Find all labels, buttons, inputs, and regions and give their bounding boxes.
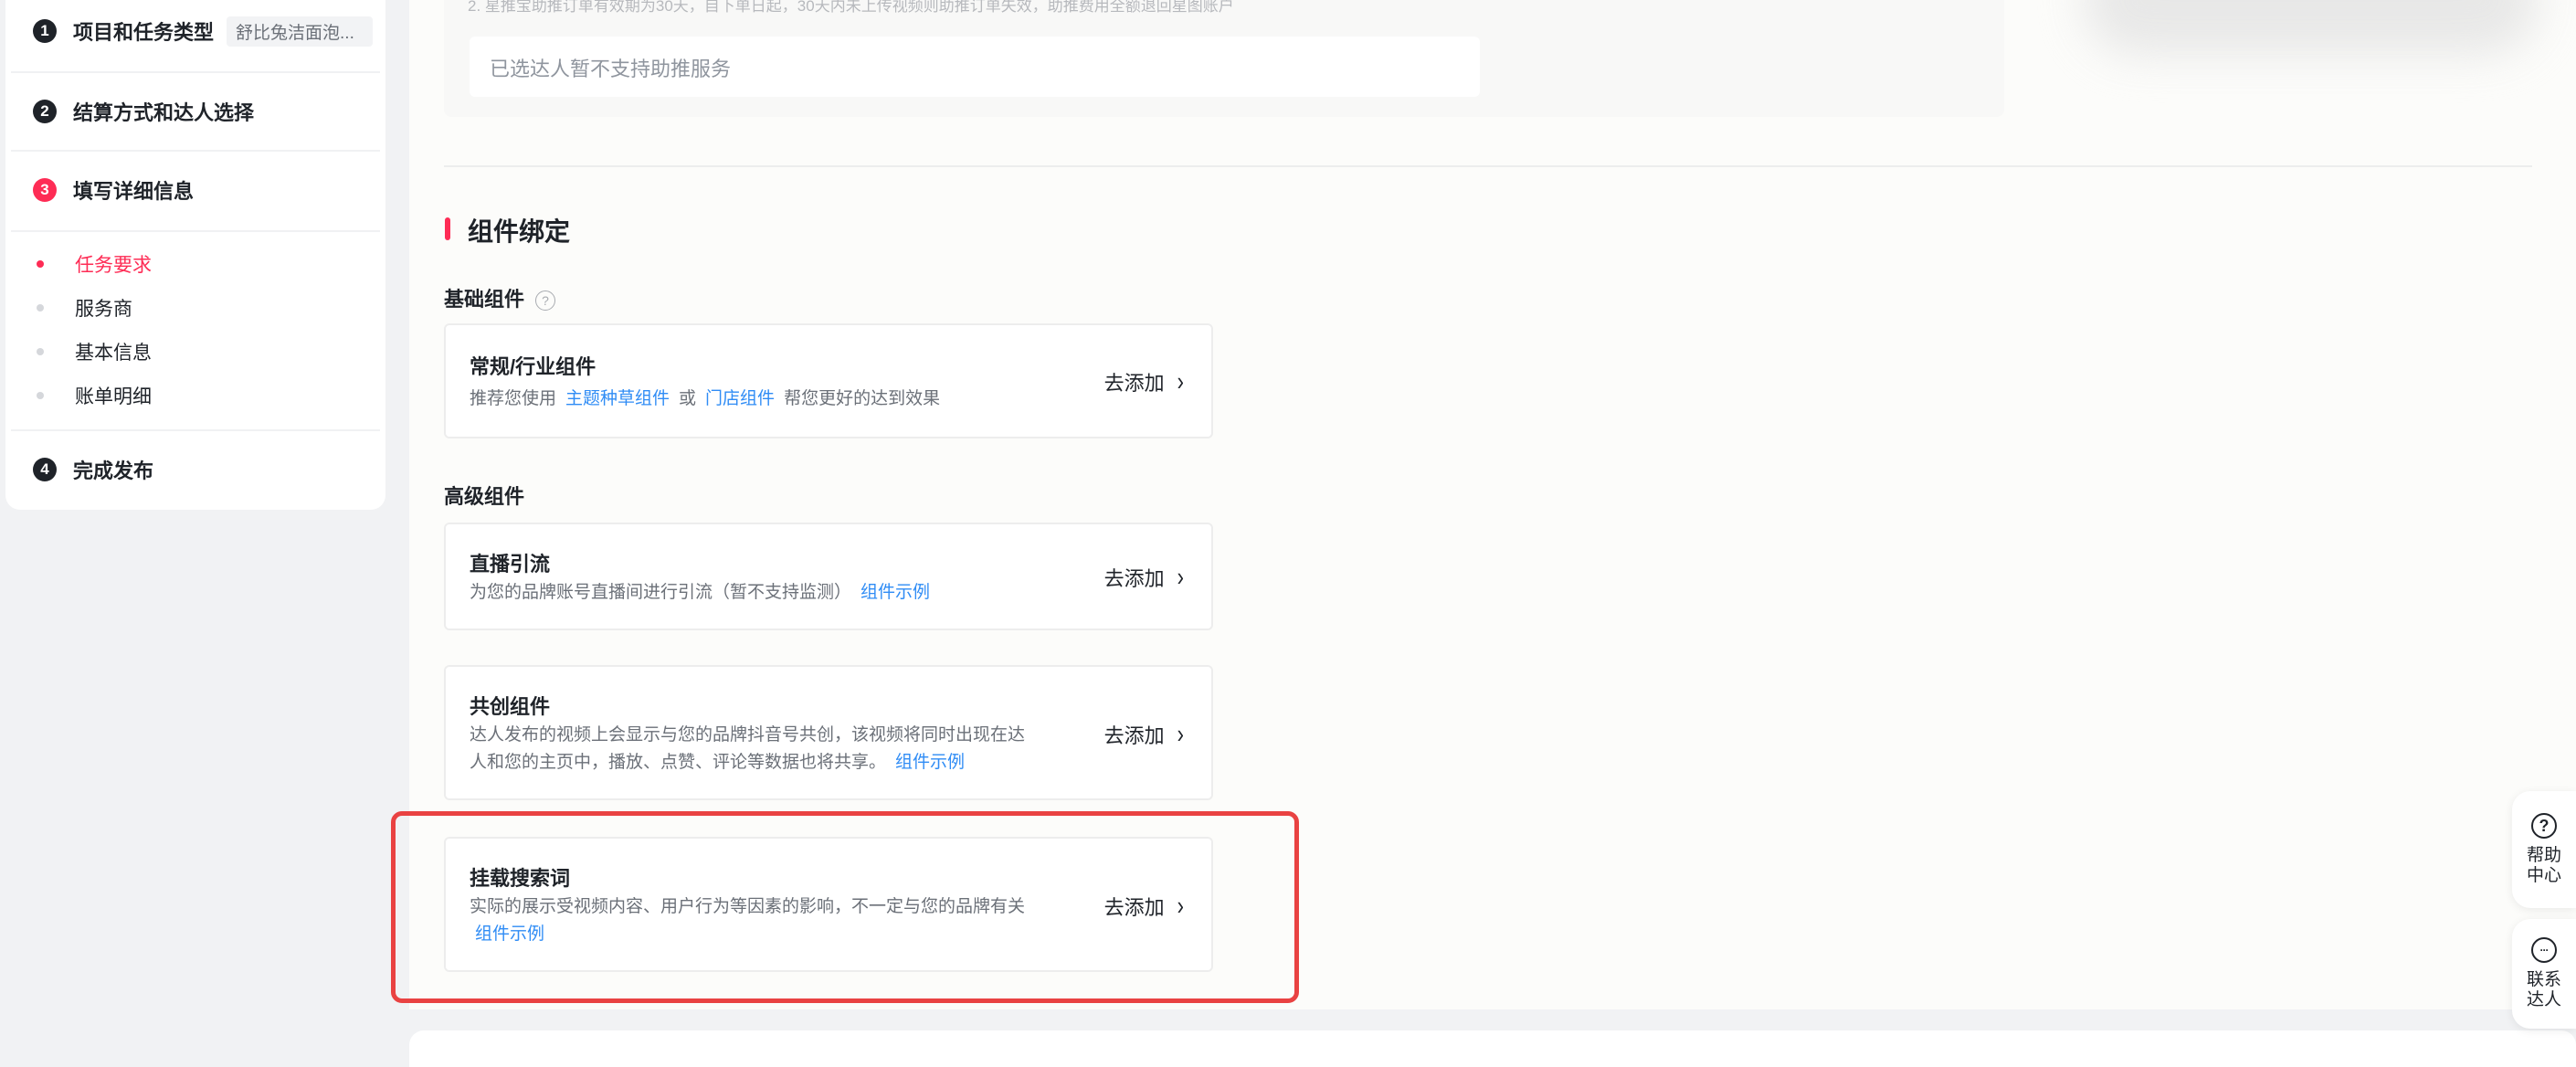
section-title: 组件绑定 — [468, 217, 571, 246]
boost-note: 2. 星推宝助推订单有效期为30天，自下单日起，30天内未上传视频则助推订单失效… — [468, 0, 1234, 15]
desc-text: 帮您更好的达到效果 — [784, 389, 941, 408]
card-title: 直播引流 — [470, 553, 551, 576]
substep-label: 服务商 — [75, 299, 132, 320]
chat-icon: ··· — [2531, 937, 2557, 963]
divider — [11, 150, 380, 152]
step-number-4: 4 — [33, 458, 57, 481]
add-label: 去添加 — [1103, 567, 1165, 590]
step-number-2: 2 — [33, 100, 57, 123]
dot — [37, 392, 44, 399]
component-card-general[interactable]: 常规/行业组件 推荐您使用 主题种草组件或门店组件 帮您更好的达到效果 去添加 › — [444, 323, 1213, 438]
active-dot — [37, 260, 44, 268]
substep-label: 账单明细 — [75, 386, 152, 407]
substep-basic-info[interactable]: 基本信息 — [37, 336, 152, 367]
substep-label: 任务要求 — [75, 255, 152, 276]
add-label: 去添加 — [1103, 372, 1165, 395]
component-card-live[interactable]: 直播引流 为您的品牌账号直播间进行引流（暂不支持监测） 组件示例 去添加 › — [444, 523, 1213, 630]
step-label: 结算方式和达人选择 — [73, 101, 255, 124]
boost-disabled-text: 已选达人暂不支持助推服务 — [490, 58, 732, 80]
step-details[interactable]: 3 填写详细信息 — [33, 172, 194, 208]
help-icon[interactable]: ? — [535, 291, 556, 312]
step-sidebar: 1 项目和任务类型 舒比兔洁面泡... 2 结算方式和达人选择 3 填写详细信息… — [5, 0, 385, 510]
step-number-3: 3 — [33, 178, 57, 202]
product-tag: 舒比兔洁面泡... — [227, 16, 374, 47]
chevron-right-icon: › — [1177, 719, 1184, 749]
card-title: 共创组件 — [470, 695, 551, 718]
add-button[interactable]: 去添加 › — [1103, 719, 1184, 749]
substep-task-requirements[interactable]: 任务要求 — [37, 248, 152, 280]
step-settlement[interactable]: 2 结算方式和达人选择 — [33, 93, 254, 130]
dot — [37, 348, 44, 355]
dot — [37, 304, 44, 312]
card-desc: 达人发布的视频上会显示与您的品牌抖音号共创，该视频将同时出现在达人和您的主页中，… — [470, 722, 1036, 776]
example-link[interactable]: 组件示例 — [895, 753, 965, 772]
card-desc: 推荐您使用 主题种草组件或门店组件 帮您更好的达到效果 — [470, 386, 1036, 413]
advanced-group-title: 高级组件 — [444, 485, 525, 508]
desc-text: 为您的品牌账号直播间进行引流（暂不支持监测） — [470, 583, 852, 602]
step-label: 完成发布 — [73, 460, 154, 482]
card-desc: 为您的品牌账号直播间进行引流（暂不支持监测） 组件示例 — [470, 579, 1036, 607]
basic-group-title: 基础组件? — [444, 283, 556, 312]
divider — [11, 230, 380, 232]
chevron-right-icon: › — [1177, 562, 1184, 592]
popup-shadow — [2083, 0, 2539, 55]
next-section-panel — [409, 1030, 2576, 1067]
example-link[interactable]: 组件示例 — [860, 583, 930, 602]
card-title: 常规/行业组件 — [470, 355, 596, 378]
add-button[interactable]: 去添加 › — [1103, 562, 1184, 592]
substep-label: 基本信息 — [75, 343, 152, 364]
desc-text: 或 — [679, 389, 697, 408]
component-card-cocreate[interactable]: 共创组件 达人发布的视频上会显示与您的品牌抖音号共创，该视频将同时出现在达人和您… — [444, 665, 1213, 800]
chevron-right-icon: › — [1177, 366, 1184, 396]
highlight-box — [391, 811, 1299, 1003]
theme-component-link[interactable]: 主题种草组件 — [565, 389, 670, 408]
store-component-link[interactable]: 门店组件 — [705, 389, 775, 408]
section-accent-bar — [445, 217, 450, 240]
question-icon: ? — [2531, 813, 2557, 839]
section-divider — [444, 165, 2532, 167]
step-project-type[interactable]: 1 项目和任务类型 舒比兔洁面泡... — [33, 13, 374, 49]
substep-service-provider[interactable]: 服务商 — [37, 292, 132, 323]
basic-group-label: 基础组件 — [444, 288, 525, 311]
step-number-1: 1 — [33, 19, 57, 43]
divider — [11, 429, 380, 431]
contact-creator-button[interactable]: ··· 联系达人 — [2512, 919, 2576, 1029]
add-label: 去添加 — [1103, 724, 1165, 747]
add-button[interactable]: 去添加 › — [1103, 366, 1184, 396]
help-center-label: 帮助中心 — [2526, 846, 2561, 885]
divider — [11, 71, 380, 73]
step-publish[interactable]: 4 完成发布 — [33, 451, 153, 488]
step-label: 项目和任务类型 — [73, 21, 215, 44]
substep-bill-details[interactable]: 账单明细 — [37, 380, 152, 411]
contact-creator-label: 联系达人 — [2526, 970, 2561, 1009]
step-label: 填写详细信息 — [73, 180, 195, 203]
desc-text: 推荐您使用 — [470, 389, 557, 408]
help-center-button[interactable]: ? 帮助中心 — [2512, 791, 2576, 908]
